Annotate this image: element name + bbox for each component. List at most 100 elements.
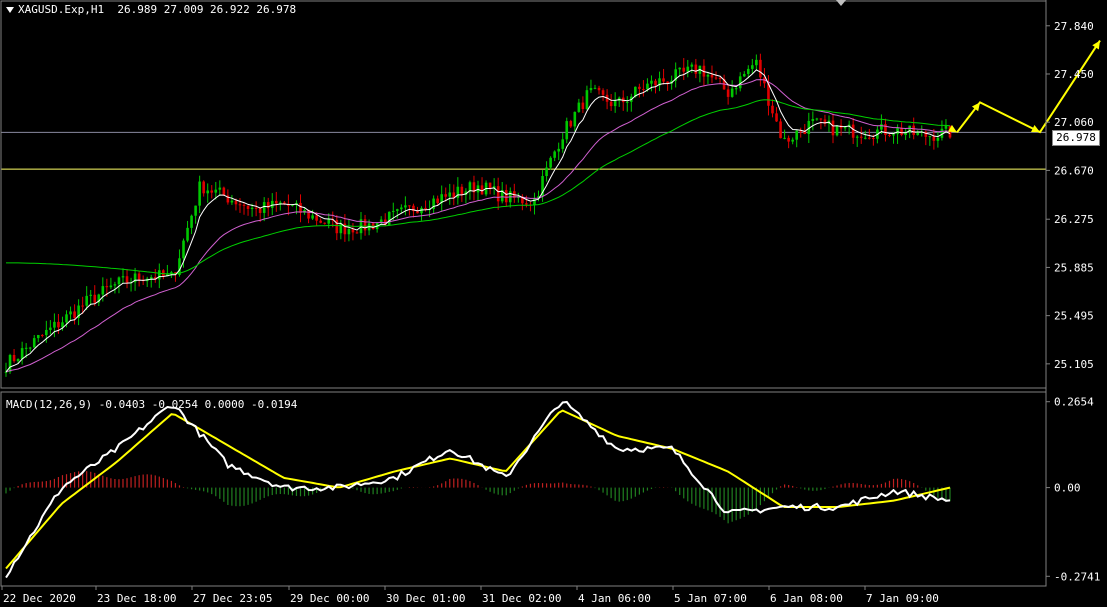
- candle-body: [734, 88, 738, 90]
- candle-body: [85, 295, 88, 306]
- candle-body: [238, 204, 242, 206]
- candle-body: [416, 211, 419, 214]
- price-tick-label: 27.060: [1054, 116, 1094, 129]
- candle-body: [835, 125, 839, 136]
- time-tick-label: 27 Dec 23:05: [193, 592, 272, 605]
- candle-body: [355, 232, 359, 234]
- candle-body: [775, 113, 778, 122]
- candle-body: [815, 118, 819, 120]
- candle-body: [36, 335, 40, 339]
- price-tick-label: 27.450: [1054, 68, 1094, 81]
- candle-body: [210, 190, 214, 193]
- candle-body: [41, 335, 44, 337]
- price-chart[interactable]: 27.840 27.450 27.060 26.670 26.275 25.885 25.4…: [0, 0, 1107, 607]
- candle-body: [109, 285, 113, 288]
- price-tick-label: 26.275: [1054, 213, 1094, 226]
- candle-body: [45, 329, 48, 336]
- candle-body: [650, 80, 653, 84]
- candle-body: [488, 182, 492, 189]
- candle-body: [819, 118, 823, 120]
- candle-body: [932, 136, 936, 141]
- candle-body: [400, 207, 403, 210]
- candle-body: [157, 270, 161, 280]
- candle-body: [57, 321, 60, 328]
- current-price-tag: 26.978: [1052, 130, 1100, 146]
- candle-body: [73, 311, 76, 318]
- candle-body: [270, 200, 274, 208]
- macd-tick-label: 0.2654: [1054, 396, 1094, 409]
- candle-body: [387, 211, 391, 225]
- candle-body: [230, 200, 234, 203]
- candle-body: [113, 284, 117, 286]
- candle-body: [16, 359, 20, 362]
- candle-body: [137, 273, 141, 280]
- candle-body: [93, 294, 97, 303]
- candle-body: [654, 80, 657, 86]
- macd-pane-frame: [0, 391, 1047, 587]
- candle-body: [581, 102, 585, 110]
- macd-tick-label: -0.2741: [1054, 570, 1100, 583]
- candle-body: [936, 137, 940, 141]
- candle-body: [863, 137, 867, 139]
- symbol-name: XAGUSD.Exp,H1: [18, 3, 105, 16]
- candle-body: [250, 207, 254, 209]
- candle-body: [496, 186, 500, 202]
- candle-body: [214, 189, 218, 193]
- candle-body: [545, 167, 548, 177]
- candle-body: [851, 124, 855, 138]
- candle-body: [561, 139, 565, 149]
- candle-body: [101, 286, 105, 295]
- candle-body: [880, 124, 883, 130]
- candle-body: [186, 227, 189, 241]
- candle-body: [686, 66, 690, 72]
- candle-body: [916, 132, 920, 136]
- candle-body: [896, 127, 899, 135]
- candle-body: [872, 138, 875, 140]
- candle-body: [573, 111, 577, 127]
- candle-body: [444, 194, 448, 197]
- candle-body: [182, 240, 185, 259]
- candle-body: [533, 198, 536, 206]
- collapse-triangle-icon[interactable]: [6, 7, 14, 13]
- candle-body: [8, 354, 12, 372]
- candle-body: [311, 215, 314, 219]
- candle-body: [694, 64, 698, 74]
- time-tick-label: 6 Jan 08:00: [770, 592, 843, 605]
- candle-body: [254, 207, 258, 209]
- candle-body: [218, 187, 222, 190]
- candle-body: [783, 137, 786, 139]
- candle-body: [831, 120, 835, 136]
- candle-body: [638, 86, 641, 89]
- candle-body: [117, 277, 121, 285]
- candle-body: [557, 148, 560, 152]
- main-pane-frame: [0, 0, 1047, 389]
- candle-body: [424, 207, 427, 210]
- candle-body: [363, 219, 367, 231]
- candle-body: [448, 192, 452, 197]
- candle-body: [565, 121, 569, 140]
- candle-body: [718, 77, 722, 79]
- candle-body: [279, 202, 282, 204]
- candle-body: [20, 348, 24, 360]
- candle-body: [89, 294, 93, 296]
- candle-body: [928, 136, 932, 138]
- candle-body: [751, 65, 754, 69]
- price-tick-label: 25.885: [1054, 261, 1094, 274]
- candle-body: [69, 311, 72, 315]
- candle-body: [868, 137, 871, 139]
- candle-body: [222, 187, 226, 196]
- candle-body: [746, 68, 750, 74]
- candle-body: [924, 131, 928, 137]
- candle-body: [646, 83, 649, 90]
- candle-body: [323, 222, 327, 224]
- candle-body: [597, 87, 601, 91]
- candle-body: [755, 59, 758, 66]
- time-tick-label: 5 Jan 07:00: [674, 592, 747, 605]
- scroll-marker-icon: [836, 0, 846, 6]
- time-tick-label: 22 Dec 2020: [3, 592, 76, 605]
- candle-body: [24, 347, 28, 349]
- candle-body: [53, 321, 56, 328]
- candle-body: [714, 77, 718, 79]
- candle-body: [258, 208, 262, 213]
- macd-tick-label: 0.00: [1054, 482, 1081, 495]
